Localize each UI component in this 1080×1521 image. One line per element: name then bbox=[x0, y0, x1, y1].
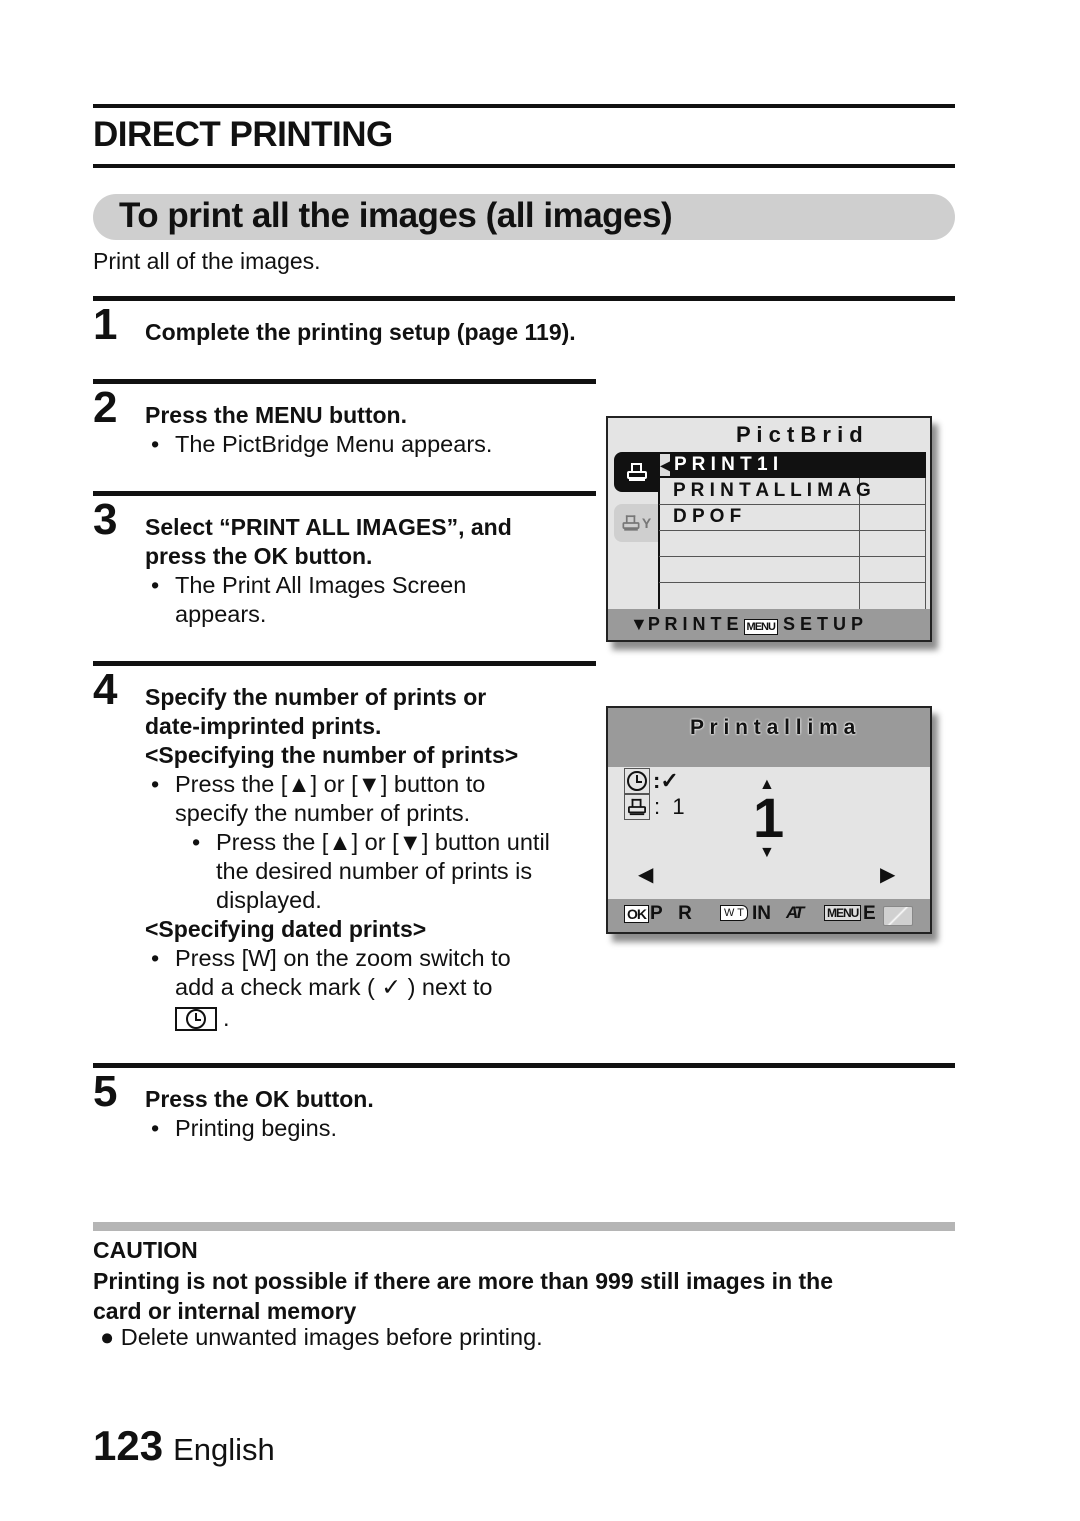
footer-end-text: E bbox=[863, 903, 876, 924]
step-1-number: 1 bbox=[93, 300, 118, 349]
decrease-arrow-icon[interactable]: ▼ bbox=[759, 844, 775, 862]
printer-settings-icon bbox=[622, 515, 640, 531]
footer-at-text: AT bbox=[786, 903, 804, 922]
down-arrow-icon: ▼ bbox=[630, 614, 648, 634]
pictbridge-menu-screen: P i c t B r i d Y ◀ P R I N T 1 I P R I … bbox=[606, 416, 932, 642]
subsection-title: To print all the images (all images) bbox=[119, 196, 673, 235]
step-4-number: 4 bbox=[93, 665, 118, 714]
page-language: English bbox=[173, 1432, 275, 1467]
section-title: DIRECT PRINTING bbox=[93, 115, 393, 154]
caution-rule bbox=[93, 1222, 955, 1231]
previous-arrow-icon[interactable]: ◀ bbox=[638, 862, 653, 887]
copies-icon-box bbox=[624, 794, 650, 820]
print-count-value: 1 bbox=[753, 786, 785, 849]
menu-item-print-1[interactable]: ◀ P R I N T 1 I bbox=[660, 452, 926, 478]
bullet-dot: • bbox=[151, 572, 160, 598]
menu-badge: MENU bbox=[743, 619, 778, 635]
date-check-value: :✓ bbox=[653, 768, 679, 793]
date-icon-box bbox=[624, 768, 650, 794]
bullet-dot: • bbox=[151, 1115, 160, 1141]
menu-item-print-all-images[interactable]: P R I N T A L L I M A G bbox=[659, 478, 925, 505]
section-rule bbox=[93, 164, 955, 168]
footer-in-text: IN bbox=[752, 903, 771, 924]
caution-bullet: ● Delete unwanted images before printing… bbox=[100, 1324, 543, 1350]
wrench-icon: Y bbox=[641, 515, 652, 531]
bullet-dot: • bbox=[151, 771, 160, 797]
bullet-dot: • bbox=[192, 829, 201, 855]
step-2-bullet: • The PictBridge Menu appears. bbox=[151, 431, 493, 457]
clock-icon bbox=[627, 771, 647, 791]
screen-title: P i c t B r i d bbox=[736, 422, 863, 447]
step-5-number: 5 bbox=[93, 1067, 118, 1116]
step-3-heading: Select “PRINT ALL IMAGES”, and press the… bbox=[145, 514, 512, 569]
tab-print-settings[interactable]: Y bbox=[614, 504, 658, 542]
step-3-bullet: • The Print All Images Screen appears. bbox=[151, 572, 467, 627]
date-imprint-row[interactable]: :✓ bbox=[624, 768, 679, 794]
step-2-heading: Press the MENU button. bbox=[145, 402, 407, 428]
sub-heading-number-of-prints: <Specifying the number of prints> bbox=[145, 742, 519, 768]
caution-heading: Printing is not possible if there are mo… bbox=[93, 1268, 834, 1324]
footer-print-text: P R bbox=[650, 903, 692, 924]
zoom-switch-badge: W T bbox=[720, 905, 748, 921]
printer-icon bbox=[627, 463, 647, 481]
step-1-rule bbox=[93, 296, 955, 301]
bullet-dot: • bbox=[151, 945, 160, 971]
list-right-border bbox=[925, 478, 926, 609]
step-4-rule bbox=[93, 661, 596, 666]
step-5-bullet: • Printing begins. bbox=[151, 1115, 337, 1141]
selection-cursor-icon: ◀ bbox=[660, 454, 671, 476]
printer-icon bbox=[628, 798, 646, 816]
menu-item-empty bbox=[659, 556, 925, 583]
screen-footer: OK P R W T IN AT MENU E bbox=[608, 899, 930, 932]
menu-item-empty bbox=[659, 582, 925, 608]
step-5-heading: Press the OK button. bbox=[145, 1086, 374, 1112]
step-2-number: 2 bbox=[93, 383, 118, 432]
clock-icon bbox=[186, 1008, 206, 1029]
step-4-bullet-count: • Press the [▲] or [▼] button to specify… bbox=[151, 771, 486, 826]
top-rule bbox=[93, 104, 955, 108]
page-number: 123 bbox=[93, 1422, 164, 1469]
menu-badge: MENU bbox=[824, 905, 862, 921]
step-4-heading: Specify the number of prints or date-imp… bbox=[145, 684, 519, 768]
bullet-dot: • bbox=[151, 431, 160, 457]
menu-item-empty bbox=[659, 530, 925, 557]
step-4-bullet-dated: • Press [W] on the zoom switch to add a … bbox=[151, 945, 511, 1031]
page-footer: 123 English bbox=[93, 1422, 275, 1470]
caution-title: CAUTION bbox=[93, 1237, 198, 1263]
subsection-banner: To print all the images (all images) bbox=[93, 194, 955, 240]
step-3-rule bbox=[93, 491, 596, 496]
screen-footer: ▼P R I N T E MENU S E T U P bbox=[608, 609, 930, 640]
next-arrow-icon[interactable]: ▶ bbox=[880, 862, 895, 887]
tab-print[interactable] bbox=[614, 452, 660, 492]
step-4-nested-bullet: • Press the [▲] or [▼] button until the … bbox=[192, 829, 550, 913]
step-5-rule bbox=[93, 1063, 955, 1068]
step-3-number: 3 bbox=[93, 495, 118, 544]
sub-heading-dated-prints: <Specifying dated prints> bbox=[145, 916, 427, 942]
step-2-rule bbox=[93, 379, 596, 384]
step-1-heading: Complete the printing setup (page 119). bbox=[145, 319, 576, 345]
print-all-images-screen: P r i n t a l l i m a :✓ : 1 ▲ 1 ▼ ◀ ▶ O… bbox=[606, 706, 932, 934]
ok-badge: OK bbox=[624, 905, 649, 923]
date-clock-box bbox=[175, 1006, 217, 1031]
battery-indicator-icon bbox=[883, 906, 913, 926]
screen-title: P r i n t a l l i m a bbox=[690, 716, 856, 739]
intro-text: Print all of the images. bbox=[93, 248, 321, 274]
copies-value: : 1 bbox=[654, 794, 685, 819]
copies-row: : 1 bbox=[624, 794, 685, 820]
menu-item-dpof[interactable]: D P O F bbox=[659, 504, 925, 531]
bullet-dot: ● bbox=[100, 1324, 115, 1350]
